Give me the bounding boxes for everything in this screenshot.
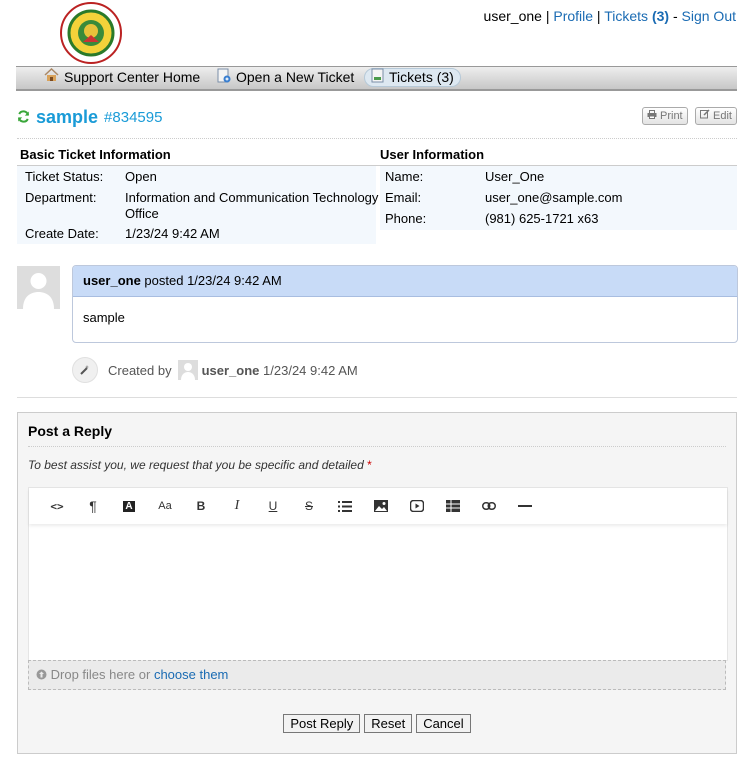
nav-tickets[interactable]: Tickets (3) (364, 68, 461, 87)
tickets-count: (3) (651, 8, 670, 24)
event-user: user_one (201, 362, 260, 378)
ticket-subject[interactable]: sample (36, 107, 98, 128)
file-drop-zone[interactable]: Drop files here or choose them (28, 660, 726, 690)
name-label: Name: (385, 169, 424, 184)
video-icon[interactable] (399, 488, 435, 524)
thread-entry: user_one posted 1/23/24 9:42 AM sample (72, 265, 738, 343)
reply-title: Post a Reply (28, 423, 113, 439)
status-value: Open (125, 169, 157, 184)
department-label: Department: (25, 190, 97, 205)
reply-buttons: Post Reply Reset Cancel (18, 714, 736, 733)
nav-open-new-ticket[interactable]: Open a New Ticket (211, 68, 360, 86)
profile-link[interactable]: Profile (553, 8, 593, 24)
new-ticket-icon (217, 68, 231, 87)
cancel-button[interactable]: Cancel (416, 714, 471, 733)
department-value: Information and Communication Technology… (125, 190, 379, 221)
underline-icon[interactable]: U (255, 488, 291, 524)
reply-editor[interactable]: <> ¶ A Aa B I U S (28, 487, 728, 661)
event-avatar (177, 360, 198, 380)
avatar (17, 266, 60, 309)
create-date-value: 1/23/24 9:42 AM (125, 226, 220, 241)
reply-hint: To best assist you, we request that you … (28, 458, 372, 472)
image-icon[interactable] (363, 488, 399, 524)
tickets-link[interactable]: Tickets (3) (604, 8, 669, 24)
reset-button[interactable]: Reset (364, 714, 413, 733)
email-value: user_one@sample.com (485, 190, 623, 205)
name-value: User_One (485, 169, 545, 184)
code-view-icon[interactable]: <> (39, 488, 75, 524)
event-time: 1/23/24 9:42 AM (263, 362, 358, 378)
edit-icon (700, 108, 710, 124)
nav-support-center-home[interactable]: Support Center Home (38, 67, 206, 86)
username: user_one (483, 8, 542, 24)
thread-entry-header: user_one posted 1/23/24 9:42 AM (73, 266, 737, 297)
home-icon (44, 67, 59, 86)
font-color-icon[interactable]: A (111, 488, 147, 524)
list-icon[interactable] (327, 488, 363, 524)
strikethrough-icon[interactable]: S (291, 488, 327, 524)
required-mark: * (367, 458, 372, 472)
phone-value: (981) 625-1721 x63 (485, 211, 599, 226)
sign-out-link[interactable]: Sign Out (682, 8, 736, 24)
print-icon (647, 108, 657, 124)
user-bar: user_one | Profile | Tickets (3) - Sign … (483, 8, 736, 24)
thread-divider (17, 397, 737, 398)
title-divider (17, 138, 737, 139)
tickets-icon (371, 68, 384, 87)
paragraph-icon[interactable]: ¶ (75, 488, 111, 524)
main-nav: Support Center Home Open a New Ticket Ti… (16, 66, 737, 91)
reply-divider (28, 446, 726, 447)
basic-info-heading: Basic Ticket Information (20, 147, 171, 162)
ticket-number: #834595 (104, 109, 163, 126)
thread-entry-body: sample (83, 310, 125, 325)
university-logo[interactable] (60, 2, 122, 64)
create-date-label: Create Date: (25, 226, 99, 241)
posted-time: posted 1/23/24 9:42 AM (140, 273, 282, 288)
italic-icon[interactable]: I (219, 488, 255, 524)
post-reply-button[interactable]: Post Reply (283, 714, 361, 733)
edit-button[interactable]: Edit (695, 107, 737, 125)
user-info-heading: User Information (380, 147, 485, 162)
ticket-title: sample #834595 (17, 107, 162, 128)
magic-wand-icon (72, 357, 98, 383)
table-icon[interactable] (435, 488, 471, 524)
poster-name: user_one (83, 273, 141, 288)
bold-icon[interactable]: B (183, 488, 219, 524)
font-size-icon[interactable]: Aa (147, 488, 183, 524)
email-label: Email: (385, 190, 422, 205)
event-prefix: Created by (108, 362, 172, 378)
refresh-icon[interactable] (17, 109, 30, 126)
choose-files-link[interactable]: choose them (154, 667, 228, 682)
thread-event: Created by user_one 1/23/24 9:42 AM (72, 357, 358, 383)
link-icon[interactable] (471, 488, 507, 524)
status-label: Ticket Status: (25, 169, 104, 184)
print-button[interactable]: Print (642, 107, 688, 125)
phone-label: Phone: (385, 211, 427, 226)
upload-icon (36, 667, 47, 682)
horizontal-rule-icon[interactable] (507, 488, 543, 524)
reply-form: Post a Reply To best assist you, we requ… (17, 412, 737, 754)
editor-toolbar: <> ¶ A Aa B I U S (29, 488, 727, 524)
